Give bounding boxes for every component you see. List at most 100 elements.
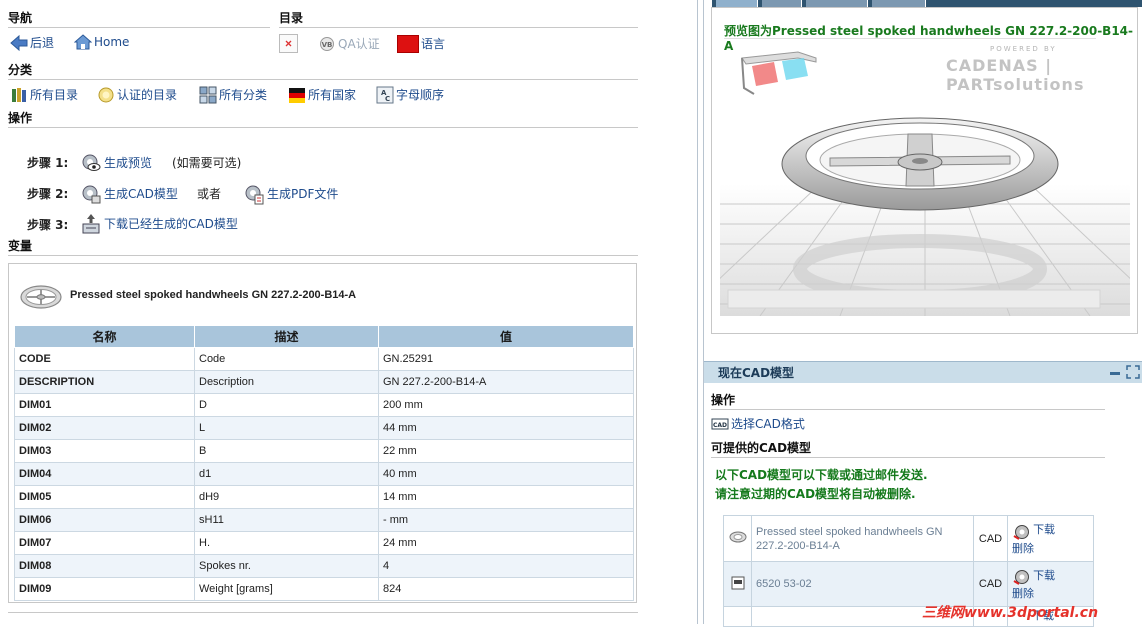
home-link[interactable]: Home — [73, 33, 129, 51]
back-label[interactable]: 后退 — [30, 34, 54, 52]
tab-3d-pdf[interactable] — [872, 0, 926, 7]
variant-section-title: 变量 — [8, 238, 638, 256]
download-cad-link[interactable]: 下载已经生成的CAD模型 — [80, 212, 238, 236]
row-value: 22 mm — [378, 439, 634, 463]
certified-catalogs-link[interactable]: 认证的目录 — [97, 86, 177, 104]
gear-cad-icon — [80, 183, 102, 205]
home-icon — [73, 33, 93, 51]
col-header-description[interactable]: 描述 — [194, 325, 379, 348]
row-name: DIM03 — [14, 439, 195, 463]
language-label[interactable]: 语言 — [421, 35, 445, 53]
home-label[interactable]: Home — [94, 33, 129, 51]
3d-glasses-icon[interactable] — [738, 48, 820, 98]
download-link[interactable]: 下载 — [1033, 570, 1055, 582]
download-gear-icon[interactable] — [1012, 567, 1030, 585]
column-divider — [697, 0, 698, 624]
download-box-icon — [80, 213, 102, 235]
available-cad-title: 可提供的CAD模型 — [711, 440, 1105, 458]
row-value: GN.25291 — [378, 347, 634, 371]
catalog-image-icon[interactable] — [279, 34, 298, 53]
row-name: DIM05 — [14, 485, 195, 509]
download-gear-icon[interactable] — [1012, 522, 1030, 540]
qa-cert-link[interactable]: VB QA认证 — [318, 35, 380, 53]
preview-3d-viewport[interactable] — [679, 94, 1142, 317]
col-header-value[interactable]: 值 — [378, 325, 634, 348]
row-desc: D — [194, 393, 379, 417]
generate-pdf-link[interactable]: 生成PDF文件 — [243, 182, 338, 206]
generate-preview-label[interactable]: 生成预览 — [104, 154, 152, 172]
row-desc: L — [194, 416, 379, 440]
flag-china-icon — [397, 35, 419, 53]
cad-note-line1: 以下CAD模型可以下载或通过邮件发送. — [715, 468, 928, 482]
language-link[interactable]: 语言 — [397, 35, 445, 53]
select-cad-format-label[interactable]: 选择CAD格式 — [731, 415, 805, 433]
cad-row-name[interactable]: 6520 53-02 — [751, 561, 974, 607]
alphabetical-label[interactable]: 字母顺序 — [396, 86, 444, 104]
column-divider — [703, 0, 704, 624]
preview-tab-bar — [712, 0, 1142, 7]
step3-label: 步骤 3: — [27, 218, 69, 232]
certified-catalogs-label[interactable]: 认证的目录 — [117, 86, 177, 104]
download-cad-label[interactable]: 下载已经生成的CAD模型 — [104, 215, 238, 233]
svg-text:VB: VB — [322, 41, 333, 49]
flag-germany-icon — [288, 86, 306, 104]
row-name: DIM06 — [14, 508, 195, 532]
table-row: DIM04 d1 40 mm — [14, 462, 634, 486]
catalog-section-title: 目录 — [279, 10, 638, 28]
next-section-divider — [8, 612, 638, 624]
minimize-icon[interactable] — [1110, 372, 1120, 375]
delete-link[interactable]: 删除 — [1012, 543, 1034, 555]
row-value: - mm — [378, 508, 634, 532]
step1-label: 步骤 1: — [27, 156, 69, 170]
row-name: DIM01 — [14, 393, 195, 417]
actions-section-title: 操作 — [8, 110, 638, 128]
cad-row-thumb — [723, 515, 752, 562]
site-watermark: 三维网www.3dportal.cn — [922, 605, 1099, 621]
table-row: DIM09 Weight [grams] 824 — [14, 577, 634, 601]
generate-pdf-label[interactable]: 生成PDF文件 — [267, 185, 338, 203]
handwheel-thumbnail-icon — [19, 280, 63, 314]
row-value: 24 mm — [378, 531, 634, 555]
row-desc: sH11 — [194, 508, 379, 532]
table-row: DIM08 Spokes nr. 4 — [14, 554, 634, 578]
back-link[interactable]: 后退 — [10, 34, 54, 52]
tab-preview[interactable] — [716, 0, 758, 7]
generate-preview-link[interactable]: 生成预览 — [80, 151, 152, 175]
row-desc: dH9 — [194, 485, 379, 509]
handwheel-icon — [729, 531, 746, 543]
part-icon — [731, 576, 744, 589]
row-value: GN 227.2-200-B14-A — [378, 370, 634, 394]
variant-table: 名称 描述 值 CODE Code GN.25291 DESCRIPTION Desc… — [14, 325, 634, 601]
col-header-name[interactable]: 名称 — [14, 325, 195, 348]
all-categories-label[interactable]: 所有分类 — [219, 86, 267, 104]
alphabetical-link[interactable]: AC 字母顺序 — [376, 86, 444, 104]
cad-row-name[interactable]: Pressed steel spoked handwheels GN 227.2… — [751, 515, 974, 562]
all-categories-link[interactable]: 所有分类 — [199, 86, 267, 104]
tab-animation[interactable] — [762, 0, 802, 7]
download-link[interactable]: 下载 — [1033, 524, 1055, 536]
all-countries-link[interactable]: 所有国家 — [288, 86, 356, 104]
product-title: Pressed steel spoked handwheels GN 227.2… — [70, 289, 357, 301]
all-countries-label[interactable]: 所有国家 — [308, 86, 356, 104]
alphabet-icon: AC — [376, 86, 394, 104]
maximize-icon[interactable] — [1126, 365, 1140, 379]
all-catalogs-link[interactable]: 所有目录 — [10, 86, 78, 104]
generate-cad-link[interactable]: 生成CAD模型 — [80, 182, 178, 206]
cad-row-actions: 下载 删除 — [1007, 561, 1094, 607]
cad-row-thumb — [723, 561, 752, 607]
select-cad-format-link[interactable]: CAD 选择CAD格式 — [711, 415, 805, 433]
qa-label[interactable]: QA认证 — [338, 35, 380, 53]
category-section-title: 分类 — [8, 62, 638, 80]
generate-cad-label[interactable]: 生成CAD模型 — [104, 185, 178, 203]
table-row: DIM03 B 22 mm — [14, 439, 634, 463]
row-desc: Code — [194, 347, 379, 371]
qa-badge-icon: VB — [318, 35, 336, 53]
all-catalogs-label[interactable]: 所有目录 — [30, 86, 78, 104]
row-value: 14 mm — [378, 485, 634, 509]
cad-row-type: CAD — [973, 561, 1008, 607]
step2-or-text: 或者 — [197, 187, 222, 201]
row-name: DIM04 — [14, 462, 195, 486]
delete-link[interactable]: 删除 — [1012, 588, 1034, 600]
tab-large-image[interactable] — [806, 0, 868, 7]
gear-pdf-icon — [243, 183, 265, 205]
